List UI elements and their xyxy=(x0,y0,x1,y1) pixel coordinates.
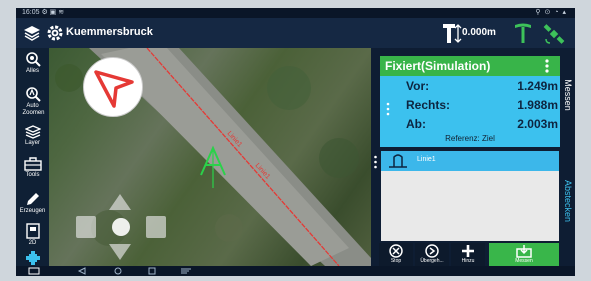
add-button[interactable]: Hinzu xyxy=(451,243,485,266)
position-info-card: Fixiert(Simulation) Vor: 1.249m Rechts: … xyxy=(380,56,560,147)
stop-button[interactable]: Stop xyxy=(379,243,413,266)
tab-label: Abstecken xyxy=(563,179,573,223)
list-item[interactable]: Linie1 xyxy=(381,151,559,171)
fix-status: Fixiert(Simulation) xyxy=(385,59,491,73)
app-window: 16:05 ⚙ ▣ ≋ ⚲ ⊙ ◔ ▴ Kuemmersbruck 0.000m xyxy=(16,8,575,276)
sidebar-item-label: Layer xyxy=(24,140,40,146)
sidebar-item-layer[interactable]: Layer xyxy=(16,122,49,156)
sidebar-item-label: 2D xyxy=(28,240,37,246)
side-tab-bar: Messen Abstecken xyxy=(562,48,575,266)
tab-label: Messen xyxy=(563,79,573,111)
status-bar: 16:05 ⚙ ▣ ≋ ⚲ ⊙ ◔ ▴ xyxy=(16,8,575,18)
sidebar-item-alles[interactable]: Alles xyxy=(16,48,49,82)
sidebar-item-tools[interactable]: Tools xyxy=(16,154,49,188)
home-icon[interactable] xyxy=(112,267,124,275)
offset-row-right: Rechts: 1.988m xyxy=(402,97,558,113)
project-name[interactable]: Kuemmersbruck xyxy=(66,26,153,38)
button-label: Hinzu xyxy=(461,258,475,264)
direction-arrow-icon xyxy=(94,70,134,108)
menu-icon[interactable] xyxy=(180,267,192,275)
sidebar-item-move[interactable] xyxy=(16,250,49,266)
skip-icon xyxy=(425,244,439,258)
stakeout-toolbar: Stop Übergeh... Hinzu Messen xyxy=(379,243,562,266)
auto-zoom-icon xyxy=(25,87,41,102)
map-view[interactable]: Linie1 Linie1 xyxy=(49,48,371,266)
direction-compass[interactable] xyxy=(83,57,143,117)
skip-button[interactable]: Übergeh... xyxy=(415,243,449,266)
fix-status-header: Fixiert(Simulation) xyxy=(380,56,560,76)
pan-center-button[interactable] xyxy=(112,218,130,236)
button-label: Messen xyxy=(515,258,533,264)
pan-up-button[interactable] xyxy=(109,194,131,210)
measure-icon xyxy=(516,245,532,258)
antenna-height-value[interactable]: 0.000m xyxy=(462,27,496,38)
tab-messen[interactable]: Messen xyxy=(562,62,575,132)
panel-drag-handle-icon[interactable] xyxy=(371,152,380,172)
status-indicators: ⚲ ⊙ ◔ ▴ xyxy=(535,9,567,16)
layer-icon xyxy=(24,125,41,139)
button-label: Stop xyxy=(390,258,402,264)
keyboard-icon[interactable] xyxy=(28,267,40,275)
antenna-height-icon[interactable] xyxy=(442,23,462,44)
satellite-icon[interactable] xyxy=(543,24,565,44)
sidebar-item-label: Tools xyxy=(25,172,40,178)
survey-pole-icon[interactable] xyxy=(513,22,533,44)
line-list: Linie1 xyxy=(381,151,559,241)
more-vert-icon[interactable] xyxy=(540,59,554,73)
offset-row-down: Ab: 2.003m xyxy=(402,116,558,132)
layers-icon[interactable] xyxy=(23,25,41,41)
tab-abstecken[interactable]: Abstecken xyxy=(562,148,575,258)
reference-label: Referenz: Ziel xyxy=(445,134,495,143)
view-2d-icon xyxy=(25,223,40,239)
offset-row-forward: Vor: 1.249m xyxy=(402,78,558,94)
stop-icon xyxy=(389,244,403,258)
measure-button[interactable]: Messen xyxy=(489,243,559,266)
pencil-icon xyxy=(26,193,39,205)
recents-icon[interactable] xyxy=(146,267,158,275)
status-time: 16:05 ⚙ ▣ ≋ xyxy=(22,9,65,16)
zoom-all-icon xyxy=(25,52,41,67)
sidebar-item-label: Erzeugen xyxy=(19,208,46,214)
system-nav-bar xyxy=(16,266,575,276)
offset-value: 1.249m xyxy=(517,79,558,93)
left-toolbar: Alles Auto Zoomen Layer Tools Erzeugen 2… xyxy=(16,48,49,266)
drag-handle-icon[interactable] xyxy=(386,102,390,116)
offset-value: 1.988m xyxy=(517,98,558,112)
stakeout-panel: Fixiert(Simulation) Vor: 1.249m Rechts: … xyxy=(371,48,562,266)
app-bar: Kuemmersbruck 0.000m xyxy=(16,18,575,48)
back-icon[interactable] xyxy=(76,267,88,275)
offset-key: Vor: xyxy=(406,79,430,93)
line-name: Linie1 xyxy=(417,156,436,163)
direction-pad xyxy=(76,194,174,260)
sidebar-item-label: Auto Zoomen xyxy=(22,103,45,116)
move-icon xyxy=(25,251,40,265)
offset-key: Rechts: xyxy=(406,98,451,112)
stakeout-line[interactable] xyxy=(146,48,340,266)
pan-left-button[interactable] xyxy=(76,216,96,238)
plus-icon xyxy=(462,245,474,257)
offset-key: Ab: xyxy=(406,117,426,131)
pan-right-button[interactable] xyxy=(146,216,166,238)
offset-value: 2.003m xyxy=(517,117,558,131)
gear-icon[interactable] xyxy=(46,24,64,42)
sidebar-item-auto-zoom[interactable]: Auto Zoomen xyxy=(16,83,49,117)
button-label: Übergeh... xyxy=(420,258,444,264)
sidebar-item-erzeugen[interactable]: Erzeugen xyxy=(16,188,49,222)
sidebar-item-2d[interactable]: 2D xyxy=(16,220,49,254)
line-type-icon xyxy=(389,154,407,168)
pan-down-button[interactable] xyxy=(109,244,131,260)
toolbox-icon xyxy=(23,157,42,171)
sidebar-item-label: Alles xyxy=(25,68,39,74)
